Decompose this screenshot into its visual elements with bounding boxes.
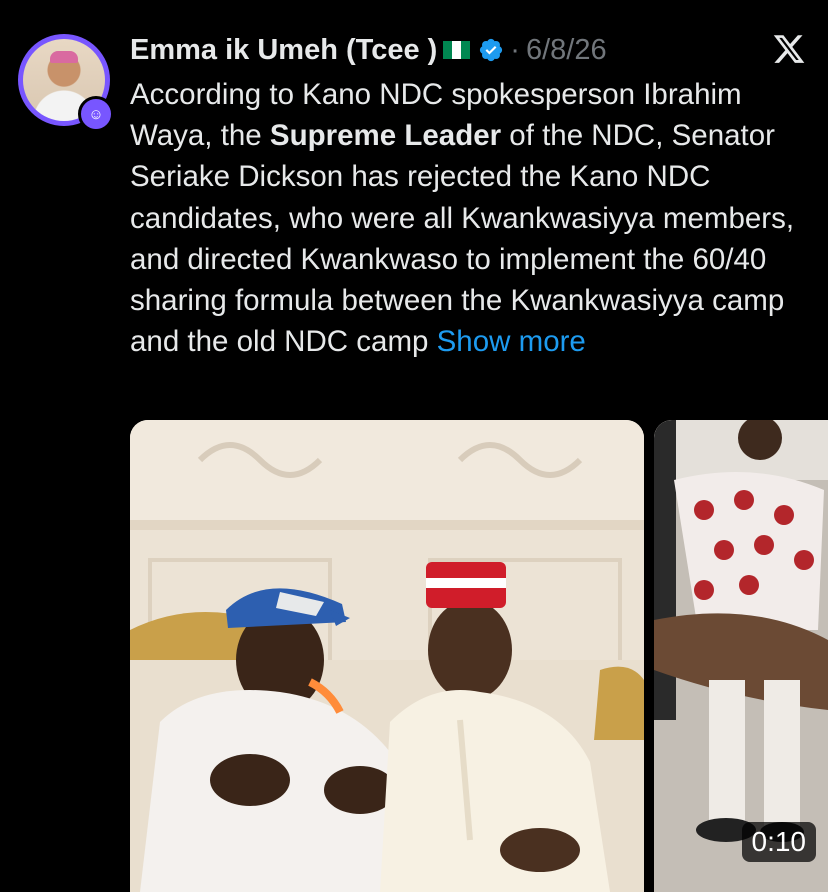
tweet-text-bold: Supreme Leader [269, 119, 502, 153]
video-duration-badge: 0:10 [741, 822, 816, 862]
photo-two-men-seated [130, 420, 644, 892]
subscriber-badge-icon: ☺ [78, 96, 114, 132]
x-logo-icon[interactable] [772, 32, 806, 66]
verified-badge-icon [480, 38, 503, 62]
author-name[interactable]: Emma ik Umeh (Tcee ) [130, 34, 437, 67]
tweet-text-part: of the NDC, Senator Seriake Dickson has … [130, 119, 795, 359]
tweet-video[interactable]: 0:10 [654, 420, 828, 892]
separator-dot: · [510, 33, 520, 66]
tweet-photo[interactable] [130, 420, 644, 892]
nigeria-flag-icon [443, 41, 471, 59]
tweet-date[interactable]: 6/8/26 [526, 34, 607, 67]
tweet-body: According to Kano NDC spokesperson Ibrah… [130, 74, 810, 362]
tweet-header: Emma ik Umeh (Tcee ) · 6/8/26 [130, 30, 607, 70]
show-more-link[interactable]: Show more [437, 325, 586, 358]
